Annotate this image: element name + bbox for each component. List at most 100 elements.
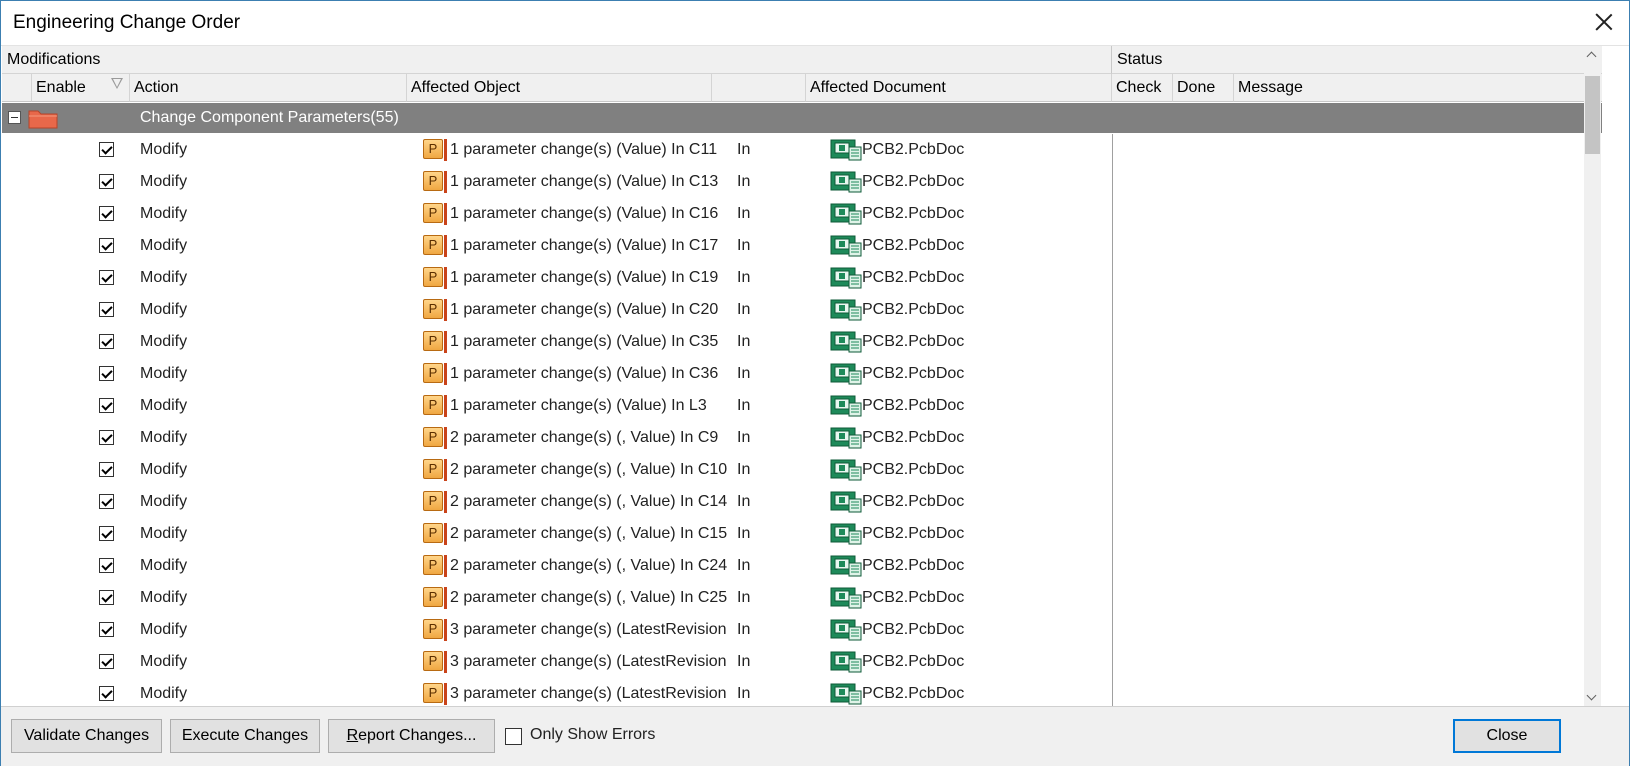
table-row[interactable]: Modify P 1 parameter change(s) (Value) In … [2, 294, 1602, 326]
changes-grid: Modifications Status Enable Action Affec… [2, 46, 1602, 706]
column-header-done[interactable]: Done [1173, 74, 1234, 102]
table-row[interactable]: Modify P 2 parameter change(s) (, Value) I… [2, 518, 1602, 550]
close-icon[interactable] [1591, 9, 1617, 35]
affected-document-cell: PCB2.PcbDoc [862, 461, 965, 478]
in-cell: In [737, 493, 751, 510]
scrollbar-thumb[interactable] [1585, 76, 1600, 154]
pcb-document-icon [830, 203, 862, 225]
parameter-icon-bar [444, 171, 447, 193]
table-row[interactable]: Modify P 2 parameter change(s) (, Value) I… [2, 422, 1602, 454]
column-header-affected-object[interactable]: Affected Object [407, 74, 712, 102]
enable-checkbox[interactable] [99, 398, 114, 413]
affected-object-cell: 3 parameter change(s) (LatestRevision [450, 653, 727, 670]
parameter-icon-bar [444, 299, 447, 321]
affected-document-cell: PCB2.PcbDoc [862, 685, 965, 702]
table-row[interactable]: Modify P 2 parameter change(s) (, Value) I… [2, 454, 1602, 486]
action-cell: Modify [140, 333, 188, 350]
enable-checkbox[interactable] [99, 270, 114, 285]
table-row[interactable]: Modify P 1 parameter change(s) (Value) In … [2, 166, 1602, 198]
enable-checkbox[interactable] [99, 142, 114, 157]
parameter-icon-bar [444, 587, 447, 609]
table-row[interactable]: Modify P 1 parameter change(s) (Value) In … [2, 134, 1602, 166]
table-row[interactable]: Modify P 1 parameter change(s) (Value) In … [2, 390, 1602, 422]
report-changes-button[interactable]: Report Changes... [328, 719, 495, 753]
affected-object-cell: 3 parameter change(s) (LatestRevision [450, 685, 727, 702]
table-row[interactable]: Modify P 1 parameter change(s) (Value) In … [2, 358, 1602, 390]
enable-checkbox[interactable] [99, 206, 114, 221]
enable-checkbox[interactable] [99, 334, 114, 349]
in-cell: In [737, 397, 751, 414]
affected-object-cell: 1 parameter change(s) (Value) In C13 [450, 173, 719, 190]
parameter-icon-bar [444, 363, 447, 385]
table-row[interactable]: Modify P 3 parameter change(s) (LatestRevi… [2, 646, 1602, 678]
affected-document-cell: PCB2.PcbDoc [862, 141, 965, 158]
affected-object-cell: 1 parameter change(s) (Value) In C11 [450, 141, 718, 158]
parameter-icon: P [423, 555, 443, 575]
enable-checkbox[interactable] [99, 430, 114, 445]
pcb-document-icon [830, 555, 862, 577]
pcb-document-icon [830, 619, 862, 641]
modifications-group-header: Modifications [2, 46, 1112, 74]
group-row-change-component-parameters[interactable]: Change Component Parameters(55) [2, 103, 1602, 133]
column-header-affected-document[interactable]: Affected Document [806, 74, 1112, 102]
only-show-errors-checkbox[interactable] [505, 728, 522, 745]
column-header-check[interactable]: Check [1112, 74, 1173, 102]
pcb-document-icon [830, 139, 862, 161]
column-header-in[interactable] [712, 74, 806, 102]
enable-checkbox[interactable] [99, 590, 114, 605]
table-row[interactable]: Modify P 1 parameter change(s) (Value) In … [2, 230, 1602, 262]
in-cell: In [737, 301, 751, 318]
enable-checkbox[interactable] [99, 302, 114, 317]
enable-checkbox[interactable] [99, 462, 114, 477]
table-row[interactable]: Modify P 1 parameter change(s) (Value) In … [2, 326, 1602, 358]
enable-checkbox[interactable] [99, 174, 114, 189]
vertical-scrollbar[interactable] [1584, 46, 1601, 706]
in-cell: In [737, 269, 751, 286]
affected-object-cell: 2 parameter change(s) (, Value) In C15 [450, 525, 728, 542]
table-row[interactable]: Modify P 2 parameter change(s) (, Value) I… [2, 582, 1602, 614]
enable-checkbox[interactable] [99, 558, 114, 573]
filter-icon[interactable] [111, 78, 123, 89]
affected-document-cell: PCB2.PcbDoc [862, 301, 965, 318]
only-show-errors-label[interactable]: Only Show Errors [530, 726, 655, 744]
table-row[interactable]: Modify P 3 parameter change(s) (LatestRevi… [2, 614, 1602, 646]
action-cell: Modify [140, 653, 188, 670]
scroll-up-icon[interactable] [1584, 46, 1601, 63]
parameter-icon: P [423, 299, 443, 319]
table-row[interactable]: Modify P 2 parameter change(s) (, Value) I… [2, 486, 1602, 518]
table-row[interactable]: Modify P 1 parameter change(s) (Value) In … [2, 198, 1602, 230]
affected-document-cell: PCB2.PcbDoc [862, 621, 965, 638]
action-cell: Modify [140, 301, 188, 318]
action-cell: Modify [140, 141, 188, 158]
enable-checkbox[interactable] [99, 238, 114, 253]
enable-checkbox[interactable] [99, 366, 114, 381]
scroll-down-icon[interactable] [1584, 689, 1601, 706]
table-row[interactable]: Modify P 2 parameter change(s) (, Value) I… [2, 550, 1602, 582]
pcb-document-icon [830, 299, 862, 321]
enable-checkbox[interactable] [99, 686, 114, 701]
enable-checkbox[interactable] [99, 654, 114, 669]
report-label-rest: eport Changes... [358, 727, 477, 744]
parameter-icon-bar [444, 555, 447, 577]
column-header-message[interactable]: Message [1234, 74, 1602, 102]
execute-changes-button[interactable]: Execute Changes [170, 719, 320, 753]
column-header-enable[interactable]: Enable [32, 74, 130, 102]
close-button[interactable]: Close [1453, 719, 1561, 753]
collapse-toggle[interactable] [8, 111, 21, 124]
column-header-action[interactable]: Action [130, 74, 407, 102]
validate-changes-button[interactable]: Validate Changes [11, 719, 162, 753]
parameter-icon-bar [444, 651, 447, 673]
action-cell: Modify [140, 685, 188, 702]
affected-object-cell: 1 parameter change(s) (Value) In C36 [450, 365, 719, 382]
in-cell: In [737, 141, 751, 158]
affected-document-cell: PCB2.PcbDoc [862, 525, 965, 542]
table-row[interactable]: Modify P 3 parameter change(s) (LatestRevi… [2, 678, 1602, 706]
table-row[interactable]: Modify P 1 parameter change(s) (Value) In … [2, 262, 1602, 294]
enable-checkbox[interactable] [99, 526, 114, 541]
pcb-document-icon [830, 523, 862, 545]
parameter-icon-bar [444, 459, 447, 481]
affected-object-cell: 2 parameter change(s) (, Value) In C10 [450, 461, 728, 478]
enable-checkbox[interactable] [99, 622, 114, 637]
in-cell: In [737, 653, 751, 670]
enable-checkbox[interactable] [99, 494, 114, 509]
